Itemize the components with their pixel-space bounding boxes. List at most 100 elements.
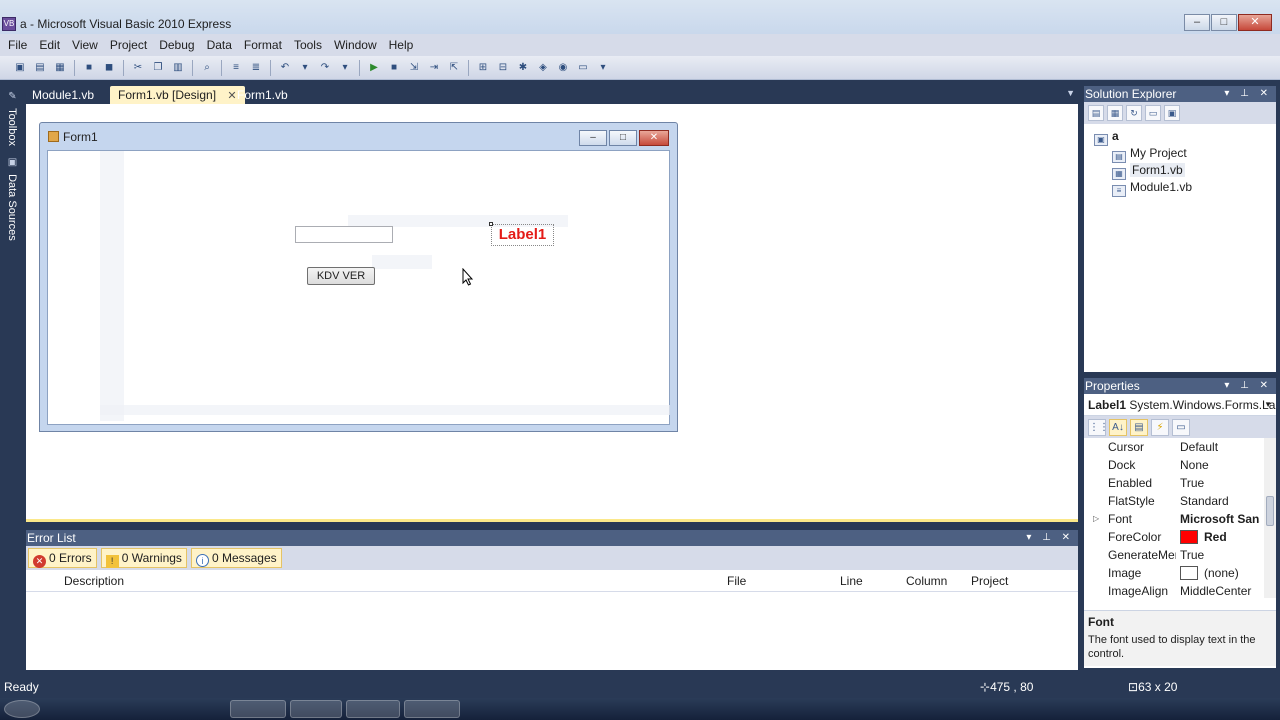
open-folder-icon[interactable]: ▤: [32, 60, 48, 76]
column-column[interactable]: Column: [906, 574, 947, 588]
solution-explorer-toolbar-icon[interactable]: ⊞: [475, 60, 491, 76]
form1-client-area[interactable]: KDV VER Label1: [47, 150, 670, 425]
scrollbar-thumb[interactable]: [1266, 496, 1274, 526]
property-value[interactable]: None: [1180, 456, 1260, 474]
step-into-icon[interactable]: ⇲: [406, 60, 422, 76]
form1-window[interactable]: Form1 – □ ✕ KDV VER Label1: [39, 122, 678, 432]
property-value[interactable]: True: [1180, 474, 1260, 492]
menu-edit[interactable]: Edit: [33, 38, 66, 52]
property-row-flatstyle[interactable]: FlatStyle Standard: [1084, 492, 1276, 510]
property-row-dock[interactable]: Dock None: [1084, 456, 1276, 474]
column-file[interactable]: File: [727, 574, 746, 588]
property-value[interactable]: Microsoft Sans: [1180, 510, 1260, 528]
property-row-font[interactable]: ▷ Font Microsoft Sans: [1084, 510, 1276, 528]
properties-icon[interactable]: ▤: [1088, 105, 1104, 121]
redo-dropdown-icon[interactable]: ▾: [337, 60, 353, 76]
chevron-down-icon[interactable]: ▼: [1264, 394, 1272, 415]
step-over-icon[interactable]: ⇥: [426, 60, 442, 76]
cut-icon[interactable]: ✂: [130, 60, 146, 76]
events-lightning-icon[interactable]: ⚡: [1151, 418, 1169, 436]
tab-module1-vb[interactable]: Module1.vb: [24, 86, 102, 104]
start-page-icon[interactable]: ▭: [575, 60, 591, 76]
save-icon[interactable]: ■: [81, 60, 97, 76]
categorized-icon[interactable]: ⋮⋮: [1088, 418, 1109, 436]
tab-form1-design[interactable]: Form1.vb [Design] ✕: [110, 86, 245, 104]
comment-icon[interactable]: ≡: [228, 60, 244, 76]
view-designer-icon[interactable]: ▣: [1164, 105, 1180, 121]
menu-view[interactable]: View: [66, 38, 104, 52]
copy-icon[interactable]: ❐: [150, 60, 166, 76]
property-value[interactable]: Red: [1180, 528, 1260, 546]
menu-format[interactable]: Format: [238, 38, 288, 52]
undo-icon[interactable]: ↶: [277, 60, 293, 76]
step-out-icon[interactable]: ⇱: [446, 60, 462, 76]
menu-debug[interactable]: Debug: [153, 38, 200, 52]
textbox1[interactable]: [295, 226, 393, 243]
panel-window-buttons[interactable]: ▾ ⊥ ✕: [1224, 378, 1272, 394]
add-item-icon[interactable]: ▦: [52, 60, 68, 76]
property-pages-icon[interactable]: ▭: [1172, 418, 1190, 436]
property-value[interactable]: Standard: [1180, 492, 1260, 510]
property-row-image[interactable]: Image (none): [1084, 564, 1276, 582]
form-designer-surface[interactable]: Form1 – □ ✕ KDV VER Label1: [26, 104, 1078, 522]
tab-form1-vb[interactable]: Form1.vb: [229, 86, 296, 104]
properties-view-icon[interactable]: ▤: [1130, 418, 1148, 436]
uncomment-icon[interactable]: ≣: [248, 60, 264, 76]
alphabetical-icon[interactable]: A↓: [1109, 418, 1127, 436]
extensions-icon[interactable]: ◉: [555, 60, 571, 76]
stop-debugging-icon[interactable]: ■: [386, 60, 402, 76]
tree-item-form1-vb[interactable]: ▦ Form1.vb: [1084, 162, 1276, 180]
start-debugging-icon[interactable]: ▶: [366, 60, 382, 76]
toolbox-toolbar-icon[interactable]: ✱: [515, 60, 531, 76]
taskbar-item[interactable]: [290, 700, 342, 718]
toolbar-overflow-icon[interactable]: ▾: [595, 60, 611, 76]
property-row-enabled[interactable]: Enabled True: [1084, 474, 1276, 492]
toolbox-tab[interactable]: ✎ Toolbox: [0, 86, 18, 146]
menu-file[interactable]: File: [2, 38, 33, 52]
property-row-generatemember[interactable]: GenerateMen True: [1084, 546, 1276, 564]
view-code-icon[interactable]: ▭: [1145, 105, 1161, 121]
tree-item-solution[interactable]: ▣ a: [1084, 128, 1276, 146]
property-grid-scrollbar[interactable]: [1264, 438, 1276, 598]
maximize-button[interactable]: □: [1211, 14, 1237, 31]
tab-dropdown-icon[interactable]: ▼: [1066, 88, 1075, 98]
object-selector[interactable]: Label1 System.Windows.Forms.La ▼: [1084, 394, 1276, 416]
menu-help[interactable]: Help: [383, 38, 420, 52]
property-value[interactable]: MiddleCenter: [1180, 582, 1260, 598]
minimize-button[interactable]: –: [1184, 14, 1210, 31]
property-row-imagealign[interactable]: ImageAlign MiddleCenter: [1084, 582, 1276, 598]
close-button[interactable]: ✕: [1238, 14, 1272, 31]
menu-tools[interactable]: Tools: [288, 38, 328, 52]
messages-filter-button[interactable]: i0 Messages: [190, 548, 282, 568]
undo-dropdown-icon[interactable]: ▾: [297, 60, 313, 76]
property-row-forecolor[interactable]: ForeColor Red: [1084, 528, 1276, 546]
redo-icon[interactable]: ↷: [317, 60, 333, 76]
menu-data[interactable]: Data: [201, 38, 238, 52]
column-description[interactable]: Description: [64, 574, 124, 588]
resize-grip[interactable]: [489, 222, 493, 226]
errors-filter-button[interactable]: ✕ 0 Errors: [28, 548, 97, 568]
tree-item-my-project[interactable]: ▤ My Project: [1084, 145, 1276, 163]
property-row-cursor[interactable]: Cursor Default: [1084, 438, 1276, 456]
menu-window[interactable]: Window: [328, 38, 383, 52]
panel-window-buttons[interactable]: ▾ ⊥ ✕: [1224, 86, 1272, 102]
warnings-filter-button[interactable]: ! 0 Warnings: [100, 548, 187, 568]
paste-icon[interactable]: ▥: [170, 60, 186, 76]
save-all-icon[interactable]: ◼: [101, 60, 117, 76]
tree-item-module1-vb[interactable]: ≡ Module1.vb: [1084, 179, 1276, 197]
properties-toolbar-icon[interactable]: ⊟: [495, 60, 511, 76]
column-line[interactable]: Line: [840, 574, 863, 588]
show-all-files-icon[interactable]: ▦: [1107, 105, 1123, 121]
object-browser-icon[interactable]: ◈: [535, 60, 551, 76]
start-button[interactable]: [4, 700, 40, 718]
column-project[interactable]: Project: [971, 574, 1008, 588]
menu-project[interactable]: Project: [104, 38, 153, 52]
property-value[interactable]: Default: [1180, 438, 1260, 456]
find-icon[interactable]: ⌕: [199, 60, 215, 76]
new-project-icon[interactable]: ▣: [12, 60, 28, 76]
taskbar-item[interactable]: [230, 700, 286, 718]
panel-window-buttons[interactable]: ▾ ⊥ ✕: [1026, 530, 1074, 546]
taskbar-item[interactable]: [404, 700, 460, 718]
data-sources-tab[interactable]: ▣ Data Sources: [0, 152, 18, 241]
property-value[interactable]: (none): [1180, 564, 1260, 582]
